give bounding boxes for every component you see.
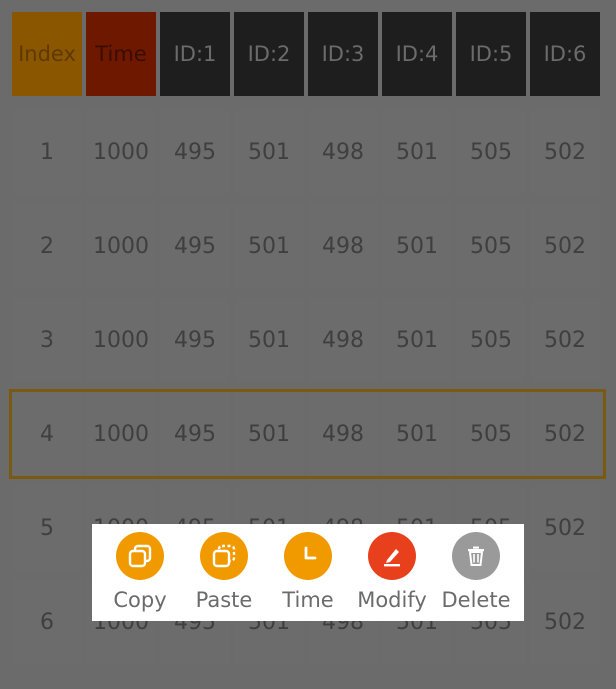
trash-icon	[452, 532, 500, 580]
cell-id-6[interactable]: 502	[530, 486, 600, 570]
table-header-row: Index Time ID:1 ID:2 ID:3 ID:4 ID:5 ID:6	[12, 12, 600, 96]
cell-id-6[interactable]: 502	[530, 298, 600, 382]
cell-id-1[interactable]: 495	[160, 204, 230, 288]
cell-id-1[interactable]: 495	[160, 392, 230, 476]
cell-id-5[interactable]: 505	[456, 298, 526, 382]
cell-id-3[interactable]: 498	[308, 110, 378, 194]
cell-id-4[interactable]: 501	[382, 298, 452, 382]
cell-index[interactable]: 1	[12, 110, 82, 194]
cell-time[interactable]: 1000	[86, 392, 156, 476]
delete-label: Delete	[441, 588, 511, 612]
table-row[interactable]: 3 1000 495 501 498 501 505 502	[12, 298, 600, 382]
clock-icon	[284, 532, 332, 580]
cell-index[interactable]: 4	[12, 392, 82, 476]
cell-id-4[interactable]: 501	[382, 392, 452, 476]
cell-id-2[interactable]: 501	[234, 298, 304, 382]
cell-id-6[interactable]: 502	[530, 110, 600, 194]
cell-id-5[interactable]: 505	[456, 392, 526, 476]
cell-time[interactable]: 1000	[86, 298, 156, 382]
cell-id-2[interactable]: 501	[234, 392, 304, 476]
header-id-1[interactable]: ID:1	[160, 12, 230, 96]
cell-index[interactable]: 3	[12, 298, 82, 382]
header-id-5[interactable]: ID:5	[456, 12, 526, 96]
header-index[interactable]: Index	[12, 12, 82, 96]
modify-button[interactable]: Modify	[353, 532, 431, 612]
delete-button[interactable]: Delete	[437, 532, 515, 612]
table-row[interactable]: 2 1000 495 501 498 501 505 502	[12, 204, 600, 288]
cell-id-4[interactable]: 501	[382, 204, 452, 288]
cell-index[interactable]: 6	[12, 580, 82, 664]
cell-id-1[interactable]: 495	[160, 298, 230, 382]
cell-id-4[interactable]: 501	[382, 110, 452, 194]
cell-id-1[interactable]: 495	[160, 110, 230, 194]
cell-id-3[interactable]: 498	[308, 204, 378, 288]
cell-id-3[interactable]: 498	[308, 392, 378, 476]
paste-icon	[200, 532, 248, 580]
cell-index[interactable]: 5	[12, 486, 82, 570]
cell-time[interactable]: 1000	[86, 110, 156, 194]
header-id-2[interactable]: ID:2	[234, 12, 304, 96]
edit-icon	[368, 532, 416, 580]
table-row[interactable]: 1 1000 495 501 498 501 505 502	[12, 110, 600, 194]
header-id-3[interactable]: ID:3	[308, 12, 378, 96]
cell-id-2[interactable]: 501	[234, 110, 304, 194]
header-time[interactable]: Time	[86, 12, 156, 96]
cell-id-5[interactable]: 505	[456, 204, 526, 288]
header-id-6[interactable]: ID:6	[530, 12, 600, 96]
copy-icon	[116, 532, 164, 580]
paste-label: Paste	[195, 588, 253, 612]
table-row-selected[interactable]: 4 1000 495 501 498 501 505 502	[12, 392, 600, 476]
copy-label: Copy	[113, 588, 167, 612]
cell-id-6[interactable]: 502	[530, 204, 600, 288]
copy-button[interactable]: Copy	[101, 532, 179, 612]
time-button[interactable]: Time	[269, 532, 347, 612]
time-label: Time	[282, 588, 334, 612]
row-action-popup: Copy Paste Time Modify Delete	[92, 524, 524, 621]
cell-id-6[interactable]: 502	[530, 580, 600, 664]
cell-id-2[interactable]: 501	[234, 204, 304, 288]
cell-id-5[interactable]: 505	[456, 110, 526, 194]
cell-time[interactable]: 1000	[86, 204, 156, 288]
cell-id-6[interactable]: 502	[530, 392, 600, 476]
cell-index[interactable]: 2	[12, 204, 82, 288]
modify-label: Modify	[357, 588, 427, 612]
cell-id-3[interactable]: 498	[308, 298, 378, 382]
paste-button[interactable]: Paste	[185, 532, 263, 612]
header-id-4[interactable]: ID:4	[382, 12, 452, 96]
